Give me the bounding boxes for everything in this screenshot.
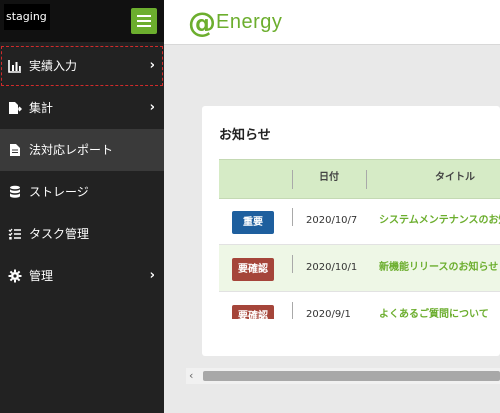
notices-table: 日付 タイトル 重要 2020/10/7 システムメンテナンスのお知らせ 要確認…	[219, 159, 500, 319]
sidebar-header: staging	[0, 0, 164, 42]
table-row[interactable]: 要確認 2020/9/1 よくあるご質問について	[219, 292, 500, 319]
logo-text: Energy	[216, 11, 283, 33]
horizontal-scrollbar[interactable]: ‹	[186, 368, 500, 384]
sidebar-item-label: タスク管理	[29, 227, 90, 241]
column-divider	[292, 208, 293, 226]
priority-badge: 要確認	[232, 258, 274, 281]
sidebar-item-results-input[interactable]: 実績入力 ›	[0, 45, 164, 87]
table-header: 日付 タイトル	[219, 159, 500, 199]
app-logo[interactable]: @Energy	[188, 6, 283, 39]
column-divider	[292, 170, 293, 189]
priority-badge: 重要	[232, 211, 274, 234]
task-list-icon	[8, 228, 21, 240]
column-divider	[292, 302, 293, 319]
column-divider	[366, 170, 367, 189]
bar-chart-icon	[8, 60, 21, 73]
sidebar: staging 実績入力 › 集計 › 法対応レポート ストレージ タスク管理 …	[0, 0, 164, 413]
priority-badge: 要確認	[232, 305, 274, 319]
hamburger-icon-line	[137, 25, 151, 27]
notices-panel: お知らせ 日付 タイトル 重要 2020/10/7 システムメンテナンスのお知ら…	[202, 106, 500, 356]
sidebar-item-label: 実績入力	[29, 59, 78, 73]
top-bar: @Energy	[164, 0, 500, 45]
scroll-left-arrow-icon[interactable]: ‹	[189, 368, 193, 384]
export-file-icon	[9, 102, 22, 114]
table-row[interactable]: 重要 2020/10/7 システムメンテナンスのお知らせ	[219, 198, 500, 245]
database-icon	[10, 185, 20, 198]
notice-title-link[interactable]: システムメンテナンスのお知らせ	[379, 198, 500, 244]
environment-label: staging	[4, 4, 50, 30]
chevron-right-icon: ›	[149, 268, 155, 283]
sidebar-item-task-management[interactable]: タスク管理	[0, 213, 164, 255]
column-header-title: タイトル	[435, 172, 475, 183]
notice-title-link[interactable]: 新機能リリースのお知らせ	[379, 245, 498, 291]
document-icon	[10, 144, 20, 156]
chevron-right-icon: ›	[149, 100, 155, 115]
notice-title-link[interactable]: よくあるご質問について	[379, 292, 489, 319]
notice-date: 2020/10/1	[306, 262, 358, 273]
column-divider	[292, 255, 293, 273]
table-row[interactable]: 要確認 2020/10/1 新機能リリースのお知らせ	[219, 245, 500, 292]
sidebar-item-admin[interactable]: 管理 ›	[0, 255, 164, 297]
sidebar-item-label: 法対応レポート	[29, 143, 114, 157]
hamburger-icon-line	[137, 20, 151, 22]
chevron-right-icon: ›	[149, 58, 155, 73]
notice-date: 2020/9/1	[306, 309, 351, 319]
logo-mark: @	[188, 6, 216, 39]
gear-icon	[8, 269, 22, 283]
panel-title: お知らせ	[219, 128, 271, 143]
sidebar-item-label: ストレージ	[29, 185, 89, 199]
sidebar-item-label: 管理	[29, 269, 54, 283]
sidebar-item-storage[interactable]: ストレージ	[0, 171, 164, 213]
sidebar-item-label: 集計	[29, 101, 54, 115]
column-header-date: 日付	[319, 172, 339, 183]
scrollbar-thumb[interactable]	[203, 371, 500, 381]
hamburger-icon	[137, 15, 151, 17]
sidebar-item-legal-report[interactable]: 法対応レポート	[0, 129, 164, 171]
hamburger-menu-button[interactable]	[131, 8, 157, 34]
notice-date: 2020/10/7	[306, 215, 358, 226]
sidebar-item-aggregation[interactable]: 集計 ›	[0, 87, 164, 129]
